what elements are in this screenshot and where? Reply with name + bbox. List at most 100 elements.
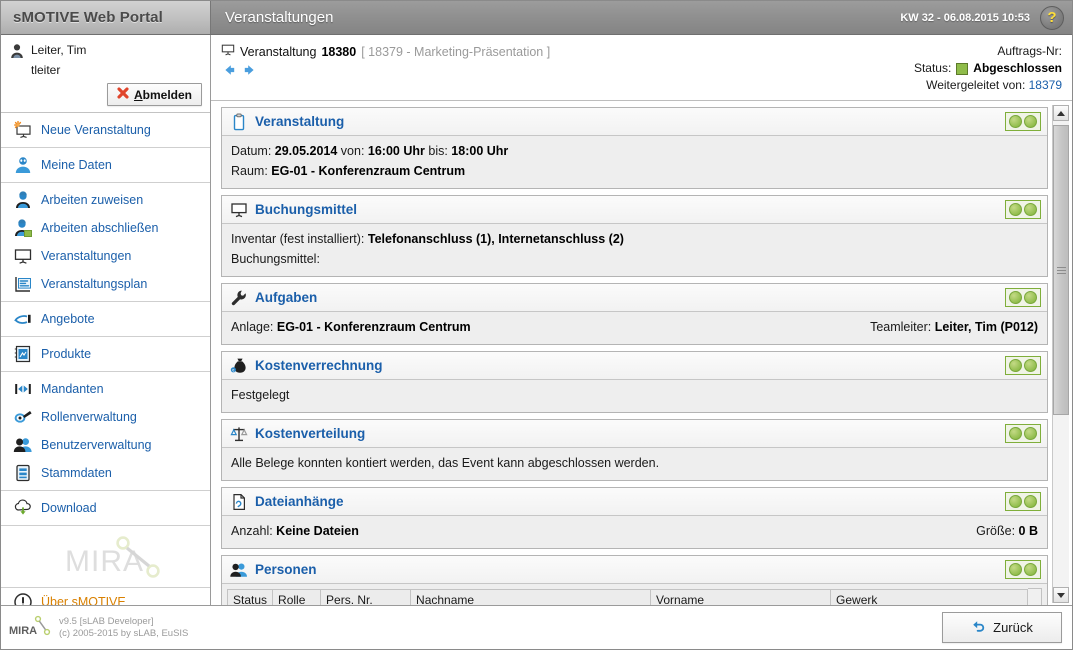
status-dot-left xyxy=(1009,427,1022,440)
anlage-label: Anlage: xyxy=(231,320,277,334)
sidebar-item-ueber-smotive[interactable]: Über sMOTIVE xyxy=(1,588,210,605)
content-scrollbar[interactable] xyxy=(1052,105,1069,603)
panel-personen: Personen Status Rolle Pers. Nr. Nachname… xyxy=(221,555,1048,605)
col-status[interactable]: Status xyxy=(227,589,274,605)
col-nachname[interactable]: Nachname xyxy=(410,589,652,605)
monitor-icon xyxy=(230,201,248,219)
user-block: Leiter, Tim tleiter Abmelden xyxy=(1,35,210,112)
status-toggle[interactable] xyxy=(1005,560,1041,579)
arrow-right-icon[interactable] xyxy=(243,63,257,77)
status-toggle[interactable] xyxy=(1005,200,1041,219)
status-toggle[interactable] xyxy=(1005,356,1041,375)
panel-title: Veranstaltung xyxy=(255,114,345,129)
panel-title: Buchungsmittel xyxy=(255,202,358,217)
sidebar-item-label: Benutzerverwaltung xyxy=(41,438,152,452)
panel-header[interactable]: Aufgaben xyxy=(222,284,1047,312)
sidebar-item-stammdaten[interactable]: Stammdaten xyxy=(1,459,210,487)
status-toggle[interactable] xyxy=(1005,492,1041,511)
sidebar-item-neue-veranstaltung[interactable]: Neue Veranstaltung xyxy=(1,116,210,144)
sidebar-item-meine-daten[interactable]: Meine Daten xyxy=(1,151,210,179)
sidebar-item-label: Arbeiten abschließen xyxy=(41,221,159,235)
panel-header-left: Aufgaben xyxy=(230,289,317,307)
sidebar-item-produkte[interactable]: Produkte xyxy=(1,340,210,368)
scrollbar-thumb[interactable] xyxy=(1053,125,1069,415)
datum-label: Datum: xyxy=(231,144,275,158)
panel-line: Datum: 29.05.2014 von: 16:00 Uhr bis: 18… xyxy=(231,141,1038,161)
sidebar-item-label: Neue Veranstaltung xyxy=(41,123,151,137)
sidebar-item-download[interactable]: Download xyxy=(1,494,210,522)
teamleiter-label: Teamleiter: xyxy=(870,320,935,334)
bis-label: bis: xyxy=(424,144,452,158)
status-dot-right xyxy=(1024,291,1037,304)
status-toggle[interactable] xyxy=(1005,112,1041,131)
nav-group: Angebote xyxy=(1,301,210,336)
user-icon xyxy=(9,43,25,62)
help-icon[interactable]: ? xyxy=(1040,5,1064,30)
sidebar-item-veranstaltungsplan[interactable]: Veranstaltungsplan xyxy=(1,270,210,298)
anlage-group: Anlage: EG-01 - Konferenzraum Centrum xyxy=(231,317,471,337)
panel-kostenverteilung: Kostenverteilung Alle Belege konnten kon… xyxy=(221,419,1048,481)
scroll-down-arrow[interactable] xyxy=(1053,587,1069,603)
events-icon xyxy=(13,246,33,266)
brand-logo: sMOTIVE Web Portal xyxy=(1,1,211,34)
col-vorname[interactable]: Vorname xyxy=(650,589,832,605)
sidebar-item-angebote[interactable]: Angebote xyxy=(1,305,210,333)
sidebar-item-rollenverwaltung[interactable]: Rollenverwaltung xyxy=(1,403,210,431)
top-bar-right: KW 32 - 06.08.2015 10:53 ? xyxy=(900,1,1072,34)
sidebar-item-mandanten[interactable]: Mandanten xyxy=(1,375,210,403)
panel-header[interactable]: Buchungsmittel xyxy=(222,196,1047,224)
datum-value: 29.05.2014 xyxy=(274,144,338,158)
scroll-up-arrow[interactable] xyxy=(1053,105,1069,121)
logout-button[interactable]: Abmelden xyxy=(106,83,202,106)
panel-header[interactable]: Personen xyxy=(222,556,1047,584)
panel-header[interactable]: Kostenverteilung xyxy=(222,420,1047,448)
nav-arrows xyxy=(221,63,550,77)
logout-button-label: Abmelden xyxy=(133,87,192,102)
status-dot-left xyxy=(1009,563,1022,576)
panel-header[interactable]: € Kostenverrechnung xyxy=(222,352,1047,380)
persons-table-scrollbar[interactable]: ▲ xyxy=(1028,588,1042,605)
status-dot-right xyxy=(1024,427,1037,440)
sidebar-item-veranstaltungen[interactable]: Veranstaltungen xyxy=(1,242,210,270)
panel-header-left: Veranstaltung xyxy=(230,113,344,131)
sidebar-item-label: Arbeiten zuweisen xyxy=(41,193,144,207)
body-split: Leiter, Tim tleiter Abmelden Neue Verans… xyxy=(1,35,1072,605)
download-icon xyxy=(13,498,33,518)
sidebar-item-arbeiten-zuweisen[interactable]: Arbeiten zuweisen xyxy=(1,186,210,214)
panel-header[interactable]: Veranstaltung xyxy=(222,108,1047,136)
raum-value: EG-01 - Konferenzraum Centrum xyxy=(271,164,466,178)
nav-group: Neue Veranstaltung xyxy=(1,112,210,147)
panel-body: Festgelegt xyxy=(222,380,1047,412)
forwarded-link[interactable]: 18379 xyxy=(1029,78,1062,92)
back-button[interactable]: Zurück xyxy=(942,612,1062,643)
sidebar-item-benutzerverwaltung[interactable]: Benutzerverwaltung xyxy=(1,431,210,459)
panel-body: Datum: 29.05.2014 von: 16:00 Uhr bis: 18… xyxy=(222,136,1047,188)
persons-table-container: Status Rolle Pers. Nr. Nachname Vorname … xyxy=(227,588,1042,605)
version-label: v9.5 [sLAB Developer] xyxy=(59,615,154,627)
col-pers-nr[interactable]: Pers. Nr. xyxy=(320,589,412,605)
users-icon xyxy=(13,435,33,455)
col-rolle[interactable]: Rolle xyxy=(272,589,322,605)
status-dot-left xyxy=(1009,359,1022,372)
panel-header[interactable]: Dateianhänge xyxy=(222,488,1047,516)
status-dot-left xyxy=(1009,203,1022,216)
status-toggle[interactable] xyxy=(1005,424,1041,443)
grip-icon xyxy=(1056,265,1066,276)
scales-icon xyxy=(230,425,248,443)
status-toggle[interactable] xyxy=(1005,288,1041,307)
scrollbar-track[interactable] xyxy=(1053,121,1069,587)
footer-text: v9.5 [sLAB Developer] (c) 2005-2015 by s… xyxy=(59,616,188,640)
nav-group: Über sMOTIVE xyxy=(1,587,210,605)
arrow-left-icon[interactable] xyxy=(222,63,236,77)
groesse-label: Größe: xyxy=(976,524,1019,538)
back-arrow-icon xyxy=(971,619,986,636)
nav-group: Meine Daten xyxy=(1,147,210,182)
panel-header-left: Kostenverteilung xyxy=(230,425,365,443)
svg-text:MIRA: MIRA xyxy=(9,625,37,637)
panel-dateianhaenge: Dateianhänge Anzahl: Keine Dateien Größe… xyxy=(221,487,1048,549)
logout-row: Abmelden xyxy=(9,83,202,106)
sidebar-item-label: Meine Daten xyxy=(41,158,112,172)
col-gewerk[interactable]: Gewerk xyxy=(830,589,1028,605)
buchungsmittel-label: Buchungsmittel: xyxy=(231,252,320,266)
sidebar-item-arbeiten-abschliessen[interactable]: Arbeiten abschließen xyxy=(1,214,210,242)
